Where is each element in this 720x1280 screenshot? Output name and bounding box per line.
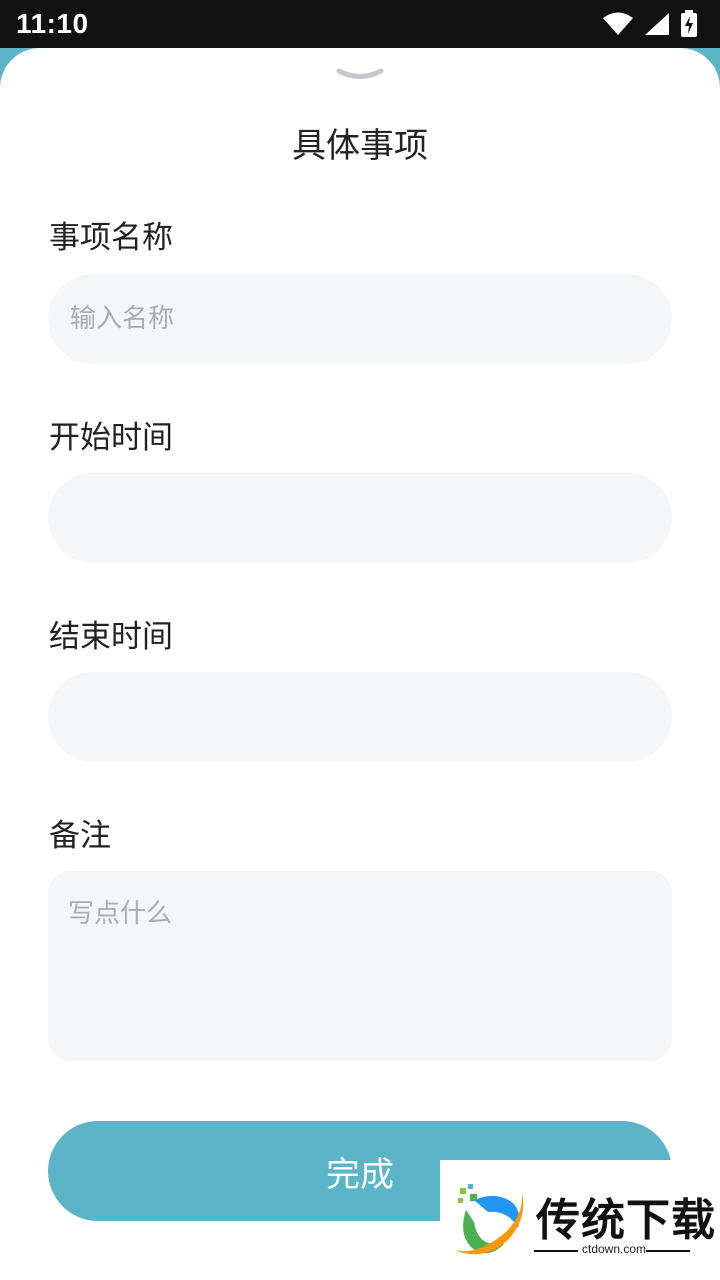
chevron-down-icon[interactable] <box>336 68 384 84</box>
battery-charging-icon <box>681 10 697 37</box>
watermark-url: ctdown.com <box>582 1242 647 1256</box>
watermark-line-right <box>646 1250 690 1252</box>
signal-icon <box>645 13 669 35</box>
status-time: 11:10 <box>16 8 89 39</box>
bottom-sheet: 具体事项 事项名称 开始时间 结束时间 备注 完成 <box>0 48 720 1280</box>
start-time-label: 开始时间 <box>49 420 173 456</box>
status-icons <box>602 10 698 38</box>
note-label: 备注 <box>49 818 111 854</box>
end-time-input[interactable] <box>48 672 672 762</box>
page-title: 具体事项 <box>292 126 428 166</box>
ctdown-logo-icon <box>454 1184 524 1255</box>
wifi-icon <box>603 12 633 35</box>
name-input[interactable] <box>48 274 672 364</box>
watermark-logo: 传统下载 ctdown.com <box>440 1160 720 1280</box>
start-time-input[interactable] <box>48 473 672 563</box>
status-bar: 11:10 <box>0 0 720 48</box>
watermark-brand: 传统下载 <box>536 1195 716 1246</box>
note-textarea[interactable] <box>48 871 672 1061</box>
watermark-line-left <box>534 1250 578 1252</box>
end-time-label: 结束时间 <box>49 619 173 655</box>
name-label: 事项名称 <box>49 220 173 256</box>
